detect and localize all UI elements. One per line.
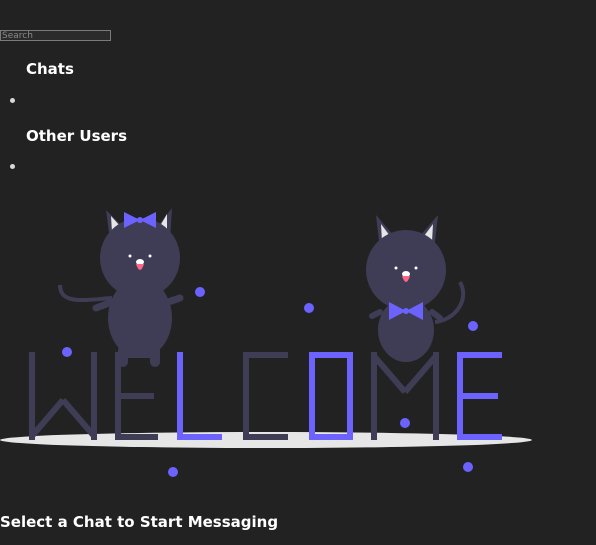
other-user-list-item[interactable] bbox=[10, 164, 16, 170]
left-cat bbox=[58, 208, 184, 367]
welcome-letters bbox=[29, 352, 502, 440]
other-users-list bbox=[0, 164, 16, 170]
chat-list-item[interactable] bbox=[10, 98, 16, 104]
other-users-heading: Other Users bbox=[26, 127, 128, 145]
chats-heading: Chats bbox=[26, 60, 74, 78]
letter-l bbox=[177, 352, 222, 440]
letter-e-2 bbox=[457, 352, 502, 440]
chat-app-empty-state: Chats Other Users bbox=[0, 0, 596, 545]
right-cat bbox=[366, 215, 466, 362]
letter-w bbox=[29, 352, 97, 440]
letter-o bbox=[309, 352, 353, 440]
select-chat-message: Select a Chat to Start Messaging bbox=[0, 513, 279, 531]
letter-c bbox=[243, 352, 288, 440]
welcome-cats-illustration bbox=[0, 208, 532, 477]
chats-list bbox=[0, 98, 16, 104]
search-input[interactable] bbox=[0, 30, 111, 41]
